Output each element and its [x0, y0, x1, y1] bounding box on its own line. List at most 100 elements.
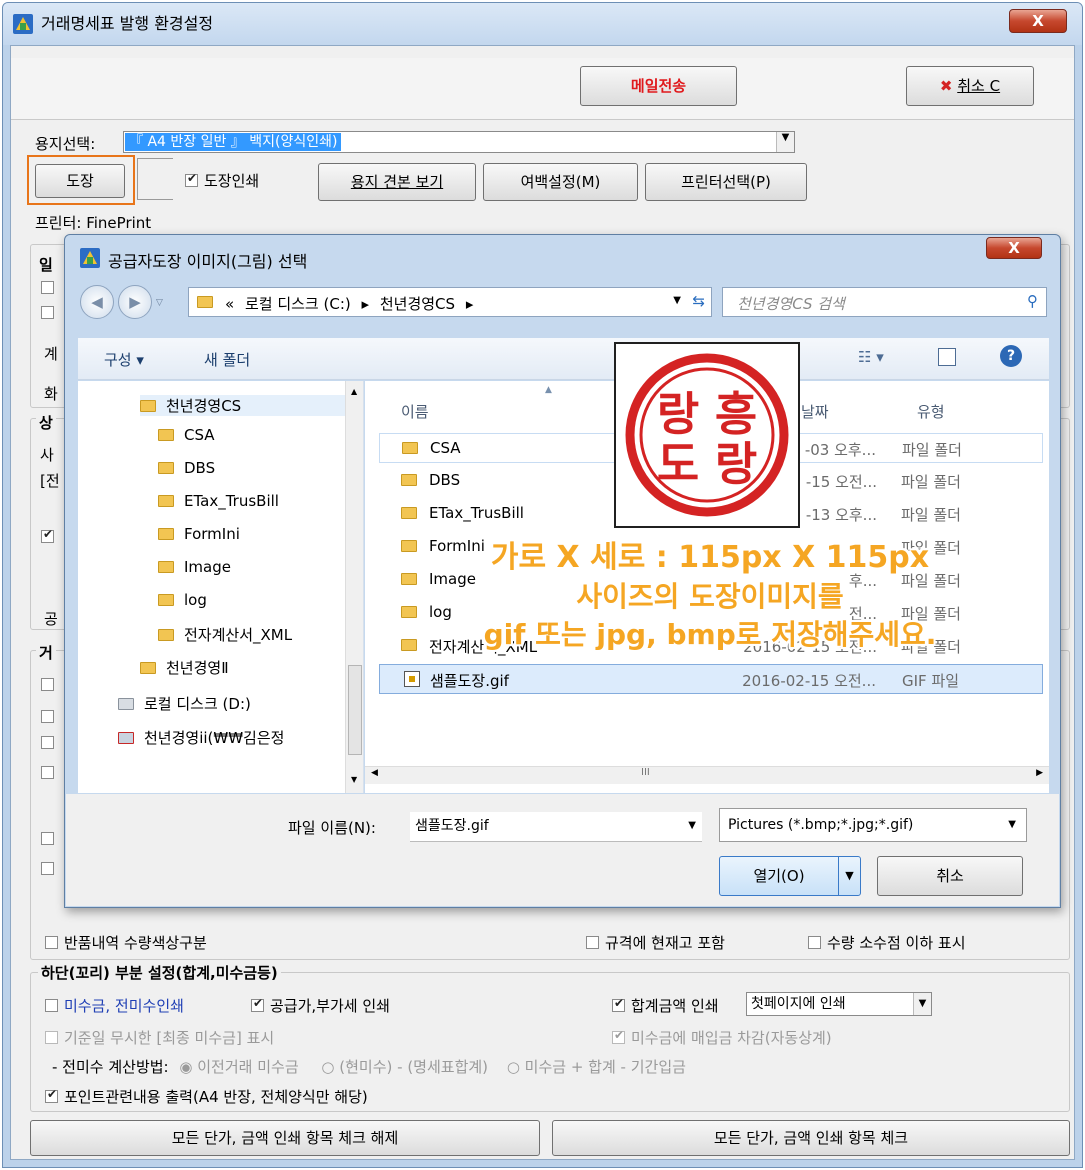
scroll-grip[interactable]: III	[641, 767, 650, 778]
tree-scrollbar[interactable]: ▲ ▼	[345, 381, 363, 793]
printer-select-button[interactable]: 프린터선택(P)	[645, 163, 807, 201]
breadcrumb-current[interactable]: 천년경영CS	[380, 295, 455, 313]
calc-option-2[interactable]: ○ (현미수) - (명세표합계)	[321, 1058, 488, 1076]
supply-vat-option[interactable]: 공급가,부가세 인쇄	[251, 995, 390, 1016]
calc-option-1[interactable]: ◉ 이전거래 미수금	[179, 1058, 298, 1076]
help-icon[interactable]: ?	[1000, 345, 1022, 367]
scroll-left-icon[interactable]: ◀	[371, 768, 378, 778]
hidden-checkbox-1[interactable]	[41, 279, 60, 297]
points-print-checkbox[interactable]	[45, 1087, 58, 1103]
total-amount-page-combo[interactable]: 첫페이지에 인쇄 ▼	[746, 992, 932, 1016]
hidden-checkbox-3[interactable]	[41, 527, 60, 546]
hidden-checkbox-4[interactable]	[41, 676, 60, 694]
chevron-down-icon[interactable]: ▼	[688, 812, 696, 840]
final-unpaid-checkbox[interactable]	[45, 1031, 58, 1044]
back-button[interactable]: ◀	[80, 285, 114, 319]
uncheck-all-price-button[interactable]: 모든 단가, 금액 인쇄 항목 체크 해제	[30, 1120, 540, 1156]
stamp-button[interactable]: 도장	[35, 164, 125, 198]
open-button-label: 열기(O)	[753, 867, 805, 885]
tree-item[interactable]: ETax_TrusBill	[158, 492, 279, 510]
include-stock-option[interactable]: 규격에 현재고 포함	[586, 932, 725, 953]
file-type-filter[interactable]: Pictures (*.bmp;*.jpg;*.gif) ▼	[719, 808, 1027, 842]
scroll-right-icon[interactable]: ▶	[1036, 768, 1043, 778]
deduct-purchase-checkbox[interactable]	[612, 1028, 625, 1044]
breadcrumb-drive-c[interactable]: 로컬 디스크 (C:)	[245, 295, 351, 313]
total-amount-checkbox[interactable]	[612, 996, 625, 1012]
file-date: -15 오전...	[805, 473, 877, 491]
view-options-icon[interactable]: ☷ ▾	[858, 348, 884, 366]
preview-pane-icon[interactable]	[938, 348, 956, 366]
address-dropdown-icon[interactable]: ▼	[673, 295, 681, 306]
qty-decimal-option[interactable]: 수량 소수점 이하 표시	[808, 932, 966, 953]
supply-vat-checkbox[interactable]	[251, 996, 264, 1012]
tree-item[interactable]: 천년경영CS	[140, 395, 350, 416]
file-type: 파일 폴더	[901, 506, 961, 524]
breadcrumb-overflow[interactable]: «	[225, 295, 234, 313]
send-mail-button[interactable]: 메일전송	[580, 66, 737, 106]
total-amount-option[interactable]: 합계금액 인쇄	[612, 995, 719, 1016]
tree-item[interactable]: 로컬 디스크 (D:)	[118, 693, 251, 714]
tree-item-label: FormIni	[184, 525, 240, 543]
hidden-checkbox-2[interactable]	[41, 304, 60, 322]
refresh-icon[interactable]: ⇆	[692, 292, 705, 310]
column-header-name[interactable]: 이름	[401, 401, 429, 422]
stamp-print-checkbox[interactable]	[185, 171, 198, 187]
filename-input[interactable]: 샘플도장.gif ▼	[410, 812, 702, 842]
tree-item[interactable]: CSA	[158, 426, 215, 444]
address-bar[interactable]: « 로컬 디스크 (C:) ▸ 천년경영CS ▸ ▼ ⇆	[188, 287, 712, 317]
tree-item[interactable]: log	[158, 591, 207, 609]
tree-item[interactable]: DBS	[158, 459, 215, 477]
unpaid-print-checkbox[interactable]	[45, 999, 58, 1012]
tree-item[interactable]: Image	[158, 558, 231, 576]
calc-option-3[interactable]: ○ 미수금 + 합계 - 기간입금	[507, 1058, 686, 1076]
scroll-down-icon[interactable]: ▼	[351, 775, 357, 784]
unpaid-print-option[interactable]: 미수금, 전미수인쇄	[45, 995, 184, 1016]
qty-decimal-checkbox[interactable]	[808, 936, 821, 949]
tree-item[interactable]: 천년경영ii(₩₩김은정	[118, 727, 284, 748]
column-header-date[interactable]: 날짜	[801, 401, 829, 422]
forward-button[interactable]: ▶	[118, 285, 152, 319]
open-button[interactable]: 열기(O) ▼	[719, 856, 861, 896]
folder-icon	[401, 573, 417, 585]
search-icon[interactable]: ⚲	[1027, 292, 1038, 310]
final-unpaid-option[interactable]: 기준일 무시한 [최종 미수금] 표시	[45, 1027, 274, 1048]
scroll-up-icon[interactable]: ▲	[351, 387, 357, 396]
column-header-type[interactable]: 유형	[917, 401, 945, 422]
open-split-arrow-icon[interactable]: ▼	[838, 857, 860, 895]
dialog-cancel-button[interactable]: 취소	[877, 856, 1023, 896]
search-box[interactable]: 천년경영CS 검색 ⚲	[722, 287, 1047, 317]
window-titlebar: 거래명세표 발행 환경설정 X	[3, 3, 1082, 45]
hidden-checkbox-7[interactable]	[41, 764, 60, 782]
include-stock-label: 규격에 현재고 포함	[605, 934, 725, 952]
tree-item[interactable]: 전자계산서_XML	[158, 624, 292, 645]
points-print-option[interactable]: 포인트관련내용 출력(A4 반장, 전체양식만 해당)	[45, 1086, 368, 1107]
deduct-purchase-option[interactable]: 미수금에 매입금 차감(자동상계)	[612, 1027, 832, 1048]
cancel-button[interactable]: ✖ 취소 C	[906, 66, 1034, 106]
hidden-checkbox-9[interactable]	[41, 860, 60, 878]
return-qty-color-checkbox[interactable]	[45, 936, 58, 949]
stamp-print-option[interactable]: 도장인쇄	[185, 170, 259, 191]
tree-item[interactable]: 천년경영Ⅱ	[140, 657, 229, 678]
return-qty-color-option[interactable]: 반품내역 수량색상구분	[45, 932, 207, 953]
calc-method-label: - 전미수 계산방법:	[52, 1058, 169, 1076]
check-all-price-button[interactable]: 모든 단가, 금액 인쇄 항목 체크	[552, 1120, 1070, 1156]
folder-icon	[402, 442, 418, 454]
file-list-hscrollbar[interactable]: ◀ III ▶	[365, 766, 1049, 784]
dialog-close-button[interactable]: X	[986, 237, 1042, 259]
hidden-checkbox-6[interactable]	[41, 734, 60, 752]
tree-item[interactable]: FormIni	[158, 525, 240, 543]
organize-menu[interactable]: 구성 ▾	[104, 349, 144, 370]
margin-settings-button[interactable]: 여백설정(M)	[483, 163, 638, 201]
include-stock-checkbox[interactable]	[586, 936, 599, 949]
paper-select-combo[interactable]: 『 A4 반장 일반 』 백지(양식인쇄) ▼	[123, 131, 795, 153]
hidden-checkbox-5[interactable]	[41, 708, 60, 726]
new-folder-button[interactable]: 새 폴더	[204, 349, 250, 370]
tree-item-label: 천년경영CS	[166, 397, 242, 415]
hidden-checkbox-8[interactable]	[41, 830, 60, 848]
paper-preview-button[interactable]: 용지 견본 보기	[318, 163, 476, 201]
recent-locations-chevron-icon[interactable]: ▽	[156, 298, 163, 308]
file-row[interactable]: 샘플도장.gif 2016-02-15 오전... GIF 파일	[379, 664, 1043, 694]
address-folder-icon	[197, 296, 213, 308]
tree-scroll-thumb[interactable]	[348, 665, 362, 755]
window-close-button[interactable]: X	[1009, 9, 1067, 33]
